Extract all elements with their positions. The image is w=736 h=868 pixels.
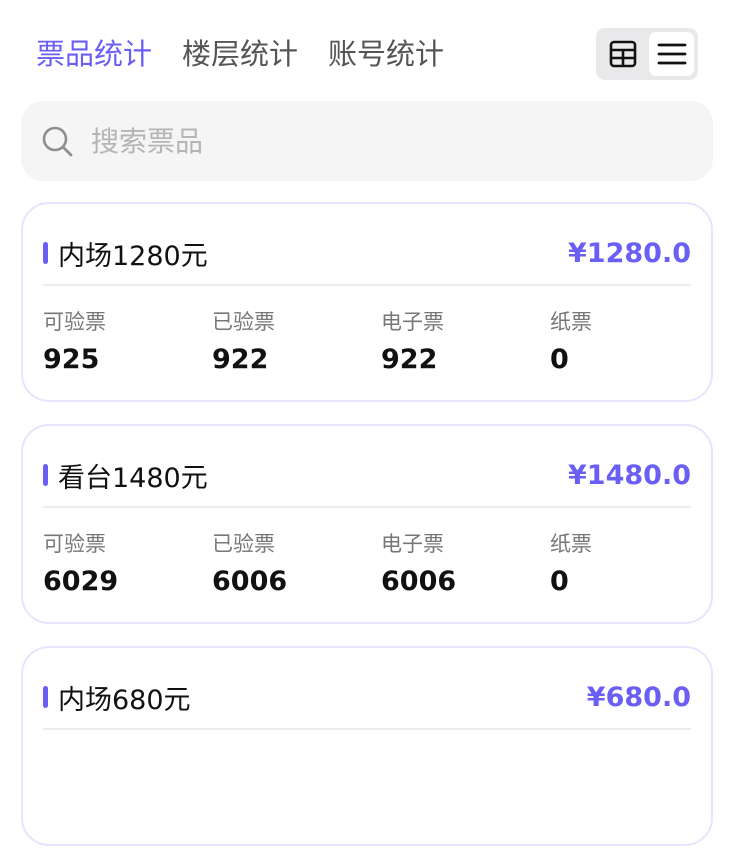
stat-electronic: 电子票 6006 <box>381 530 550 604</box>
ticket-stats: 可验票 6029 已验票 6006 电子票 6006 纸票 0 <box>43 530 719 604</box>
accent-bar <box>43 242 48 264</box>
tab-floor-stats[interactable]: 楼层统计 <box>182 30 298 78</box>
stat-label: 已验票 <box>212 310 275 334</box>
ticket-list: 内场1280元 ¥1280.0 可验票 925 已验票 922 电子票 922 … <box>21 202 713 868</box>
stat-value: 6006 <box>212 566 288 597</box>
grid-view-icon <box>609 40 636 68</box>
ticket-card[interactable]: 看台1480元 ¥1480.0 可验票 6029 已验票 6006 电子票 60… <box>21 424 713 624</box>
list-view-button[interactable] <box>649 32 694 76</box>
stat-label: 已验票 <box>212 532 275 556</box>
ticket-title: 内场680元 <box>58 684 191 716</box>
ticket-price: ¥1480.0 <box>568 459 691 491</box>
card-header: 看台1480元 ¥1480.0 <box>43 448 691 508</box>
stat-checkable: 可验票 6029 <box>43 530 212 604</box>
ticket-price: ¥1280.0 <box>568 237 691 269</box>
ticket-stats: 可验票 925 已验票 922 电子票 922 纸票 0 <box>43 308 719 382</box>
top-bar: 票品统计 楼层统计 账号统计 <box>0 0 736 100</box>
search-bar[interactable] <box>21 101 713 181</box>
tab-account-stats[interactable]: 账号统计 <box>328 30 444 78</box>
search-input[interactable] <box>91 124 651 158</box>
view-toggle <box>596 28 698 80</box>
stat-value: 925 <box>43 344 100 375</box>
stat-value: 6006 <box>381 566 457 597</box>
card-header: 内场680元 ¥680.0 <box>43 670 691 730</box>
stat-value: 0 <box>550 344 569 375</box>
stat-value: 922 <box>212 344 269 375</box>
stat-label: 可验票 <box>43 532 106 556</box>
stat-label: 电子票 <box>381 310 444 334</box>
list-view-icon <box>657 43 686 65</box>
ticket-card[interactable]: 内场680元 ¥680.0 <box>21 646 713 846</box>
tab-ticket-stats[interactable]: 票品统计 <box>36 30 152 78</box>
stat-checkable: 可验票 925 <box>43 308 212 382</box>
stat-paper: 纸票 0 <box>550 530 719 604</box>
ticket-card[interactable]: 内场1280元 ¥1280.0 可验票 925 已验票 922 电子票 922 … <box>21 202 713 402</box>
search-icon <box>42 126 73 157</box>
ticket-title: 内场1280元 <box>58 240 208 272</box>
stat-value: 6029 <box>43 566 119 597</box>
card-header: 内场1280元 ¥1280.0 <box>43 226 691 286</box>
stat-checked: 已验票 922 <box>212 308 381 382</box>
accent-bar <box>43 686 48 708</box>
stat-label: 纸票 <box>550 532 592 556</box>
accent-bar <box>43 464 48 486</box>
stat-electronic: 电子票 922 <box>381 308 550 382</box>
tab-bar: 票品统计 楼层统计 账号统计 <box>36 30 444 78</box>
stat-label: 可验票 <box>43 310 106 334</box>
stat-checked: 已验票 6006 <box>212 530 381 604</box>
stat-label: 纸票 <box>550 310 592 334</box>
stat-paper: 纸票 0 <box>550 308 719 382</box>
ticket-title: 看台1480元 <box>58 462 208 494</box>
stat-value: 0 <box>550 566 569 597</box>
grid-view-button[interactable] <box>600 32 645 76</box>
ticket-price: ¥680.0 <box>586 681 691 713</box>
stat-label: 电子票 <box>381 532 444 556</box>
stat-value: 922 <box>381 344 438 375</box>
